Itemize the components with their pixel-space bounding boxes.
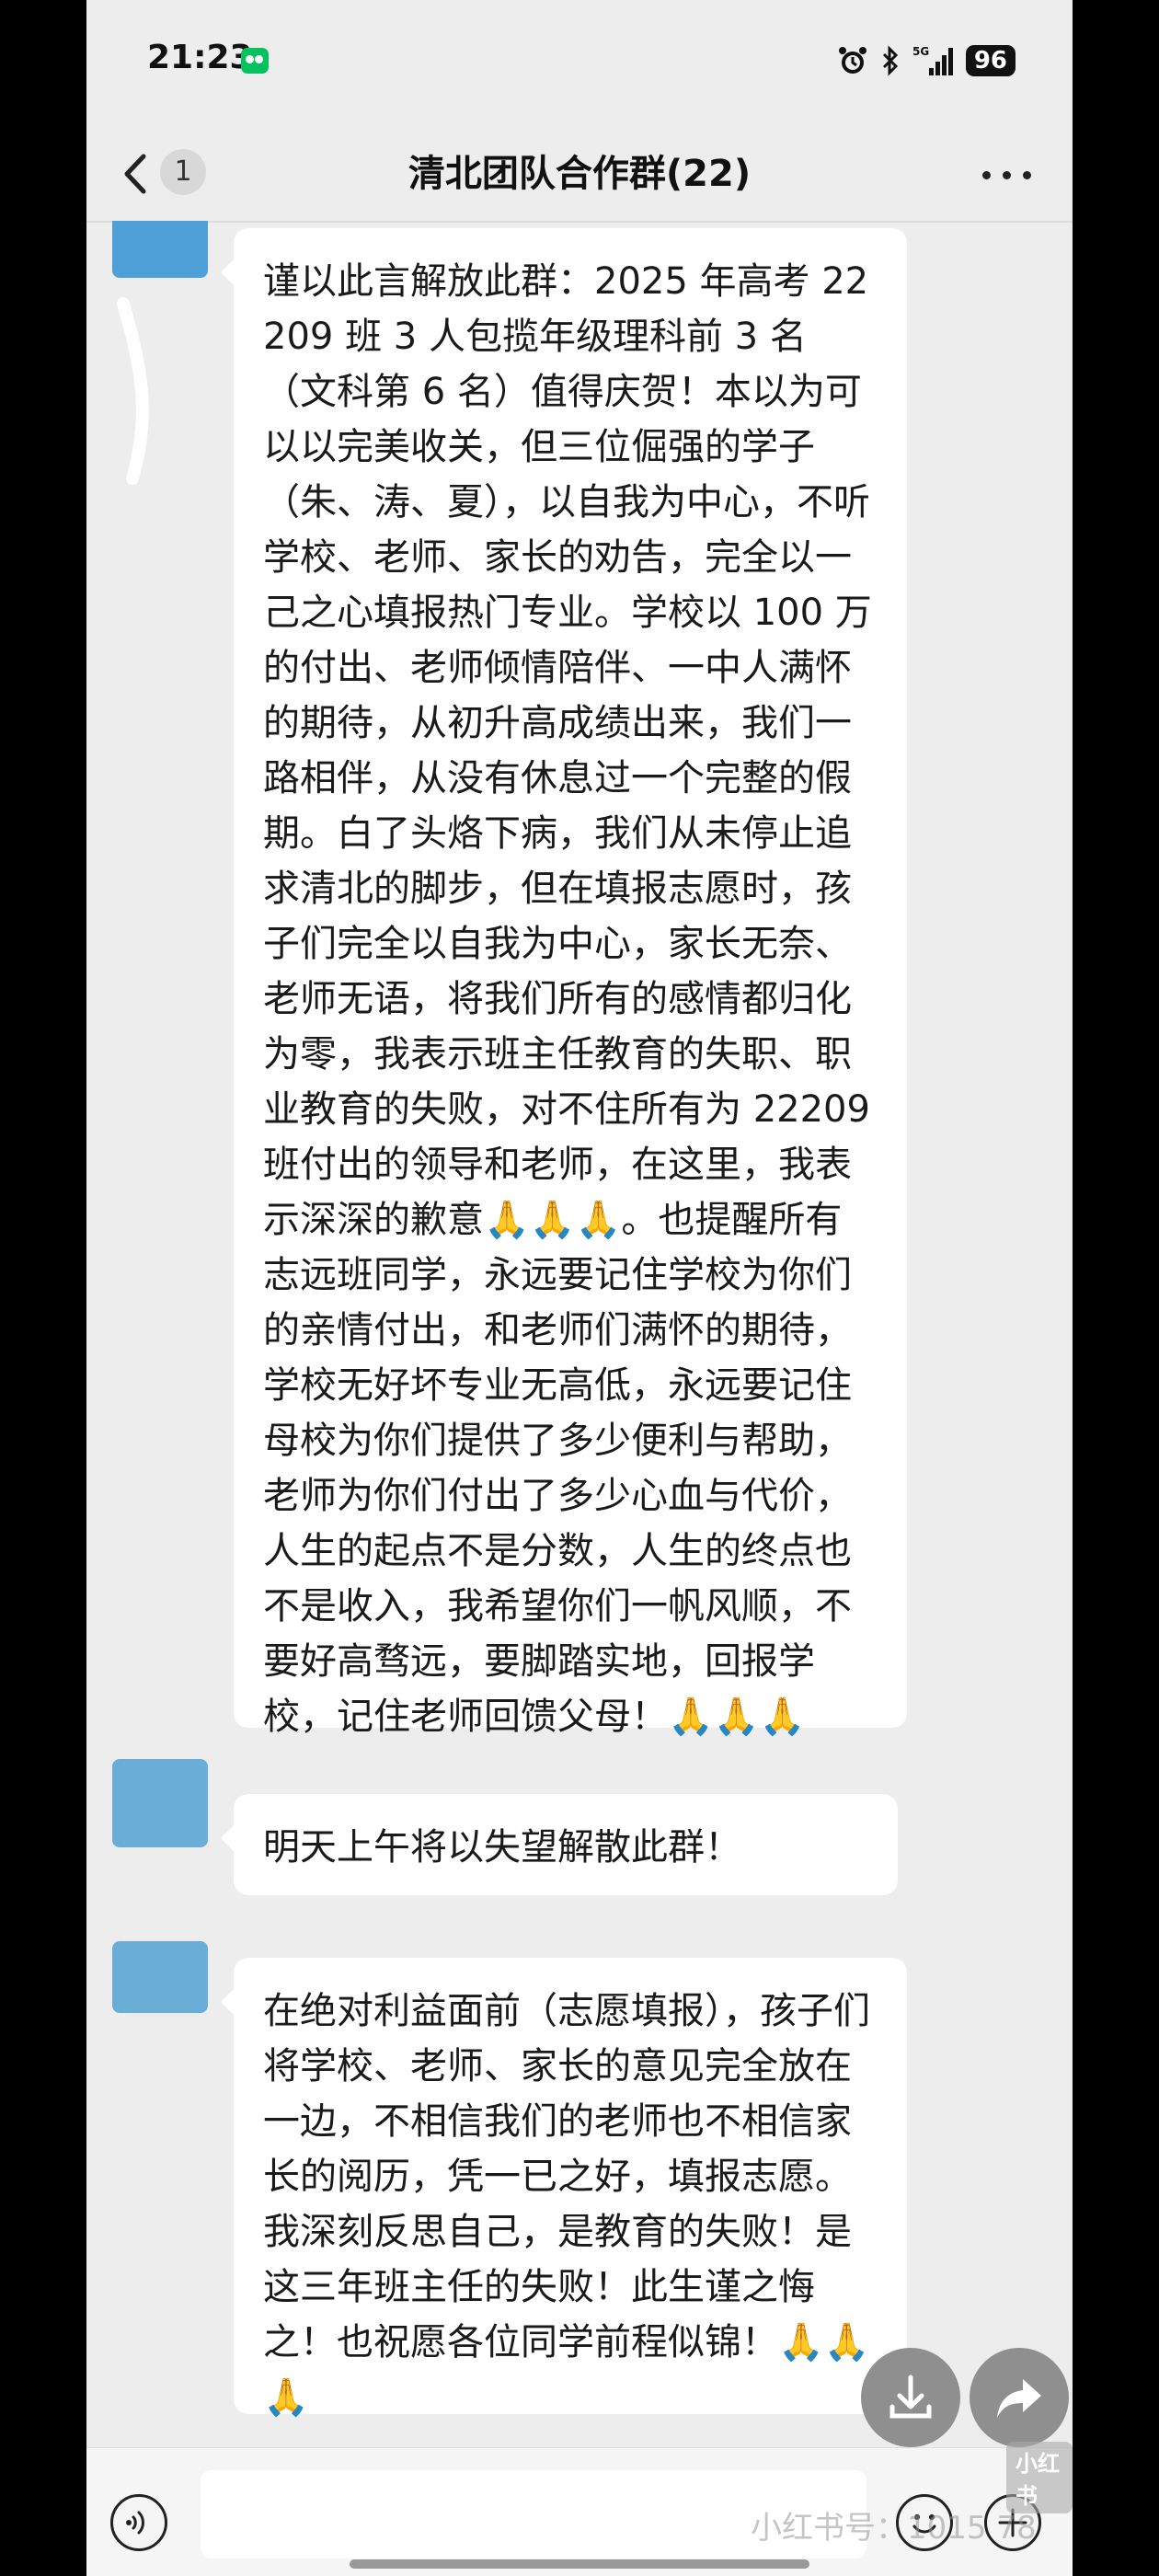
signal-icon: 5G (912, 44, 953, 77)
wechat-icon (241, 48, 269, 74)
svg-text:5G: 5G (912, 45, 929, 58)
bluetooth-icon (881, 45, 900, 76)
chat-screen: 21:23 5G 96 1 清北团队合作群(22) 谨以此言解放此群：2025 … (86, 0, 1073, 2576)
status-time: 21:23 (147, 39, 253, 76)
chat-header: 1 清北团队合作群(22) (86, 129, 1073, 221)
avatar[interactable] (112, 221, 208, 278)
download-icon (889, 2375, 932, 2419)
message-bubble[interactable]: 明天上午将以失望解散此群！ (221, 1794, 898, 1895)
share-icon (997, 2379, 1041, 2418)
avatar[interactable] (112, 1759, 208, 1847)
share-button[interactable] (970, 2348, 1069, 2447)
watermark-text: 小红书号：1015 78 (751, 2510, 1037, 2547)
message-bubble[interactable]: 谨以此言解放此群：2025 年高考 22209 班 3 人包揽年级理科前 3 名… (221, 228, 907, 1738)
battery-icon: 96 (965, 45, 1016, 76)
status-icons: 5G 96 (837, 40, 1016, 81)
message-bubble[interactable]: 在绝对利益面前（志愿填报），孩子们将学校、老师、家长的意见完全放在一边，不相信我… (221, 1958, 907, 2419)
download-button[interactable] (861, 2348, 960, 2447)
more-icon[interactable] (975, 156, 1039, 193)
header-divider (86, 221, 1073, 223)
home-indicator[interactable] (350, 2559, 809, 2569)
alarm-icon (837, 45, 868, 76)
avatar[interactable] (112, 1941, 208, 2013)
status-bar: 21:23 5G 96 (86, 0, 1073, 129)
voice-icon[interactable] (110, 2494, 167, 2551)
unread-count-badge[interactable]: 1 (160, 149, 206, 195)
chat-title: 清北团队合作群(22) (407, 153, 752, 195)
